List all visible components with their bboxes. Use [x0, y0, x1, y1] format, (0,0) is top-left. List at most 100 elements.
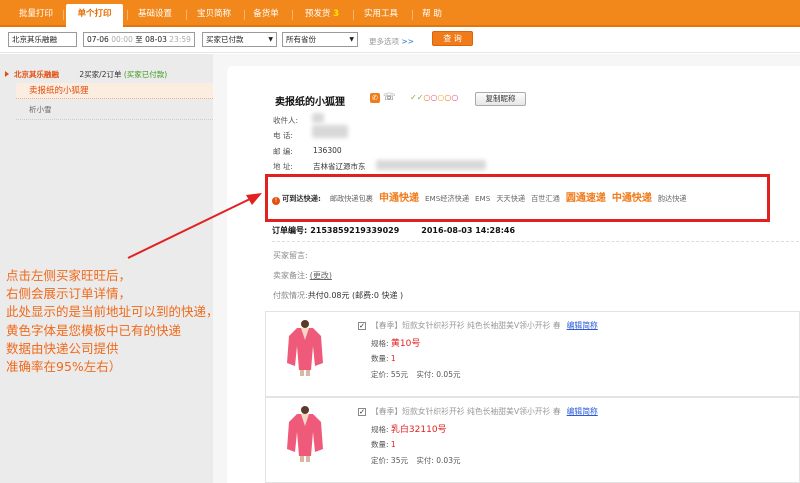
sidebar-item-buyer-selected[interactable]: 卖报纸的小狐狸 — [16, 83, 213, 99]
tab-batch-print[interactable]: 批量打印 — [12, 6, 60, 27]
express-item[interactable]: 韵达快递 — [658, 194, 687, 203]
spec-label: 规格: — [371, 339, 389, 348]
paid-label: 实付: — [416, 456, 434, 465]
spec-label: 规格: — [371, 425, 389, 434]
product-qty: 数量: 1 — [371, 353, 396, 364]
nav-divider — [127, 10, 128, 20]
nav-divider — [186, 10, 187, 20]
product-image[interactable] — [275, 404, 335, 464]
shop-group-row[interactable]: 北京其乐融融 2买家/2订单 (买家已付款) — [14, 69, 167, 80]
product-qty: 数量: 1 — [371, 439, 396, 450]
annotation-line: 数据由快递公司提供 — [6, 340, 119, 356]
address-blurred — [376, 160, 486, 170]
annotation-line: 右侧会展示订单详情， — [6, 286, 132, 302]
change-note-link[interactable]: (更改) — [310, 271, 332, 280]
product-title-row: 【春季】短款女针织衫开衫 纯色长袖甜美V领小开衫 春编辑简称 — [371, 406, 598, 417]
receiver-label: 收件人: — [273, 116, 299, 125]
more-options-link[interactable]: 更多选项 >> — [369, 36, 414, 47]
phone-blurred — [312, 125, 348, 138]
province-value: 所有省份 — [286, 35, 316, 44]
annotation-line: 准确率在95%左右） — [6, 359, 122, 375]
tab-item-alias[interactable]: 宝贝简称 — [190, 6, 238, 27]
address-label: 地 址: — [273, 162, 293, 171]
express-item[interactable]: 百世汇通 — [531, 194, 560, 203]
tab-pre-ship-label: 预发货 — [304, 9, 331, 19]
shop-group-count: 2买家/2订单 — [79, 70, 122, 79]
tab-help[interactable]: 帮 助 — [416, 6, 448, 27]
wangwang-chat-icon[interactable]: ✆ — [370, 93, 380, 103]
edit-alias-link[interactable]: 编辑简称 — [567, 407, 598, 416]
payment-value: 共付0.08元 (邮费:0 快递 ) — [307, 291, 404, 300]
express-item-highlighted[interactable]: 中通快递 — [612, 193, 652, 204]
tab-pre-ship[interactable]: 预发货 3 — [296, 6, 348, 27]
annotation-line: 点击左侧买家旺旺后， — [6, 268, 132, 283]
product-checkbox[interactable]: ✓ — [358, 408, 366, 416]
date-from: 07-06 — [87, 35, 109, 44]
credit-dot-icon: ○ — [451, 93, 459, 102]
status-select[interactable]: 买家已付款 ▼ — [202, 32, 277, 47]
credit-check-icon: ✓✓ — [410, 93, 424, 102]
date-range-input[interactable]: 07-06 00:00 至 08-03 23:59 — [83, 32, 195, 47]
tab-single-print[interactable]: 单个打印 — [66, 4, 123, 27]
express-item[interactable]: 天天快递 — [496, 194, 525, 203]
seller-note-row: 卖家备注: (更改) — [273, 270, 332, 281]
payment-row: 付款情况:共付0.08元 (邮费:0 快递 ) — [273, 290, 403, 301]
time-to: 23:59 — [169, 35, 191, 44]
price-label: 定价: — [371, 370, 389, 379]
express-item[interactable]: 邮政快递包裹 — [330, 194, 373, 203]
order-time: 2016-08-03 14:28:46 — [421, 226, 516, 235]
qty-value: 1 — [390, 354, 396, 363]
sidebar-item-buyer[interactable]: 析小雪 — [29, 104, 52, 115]
top-nav: 批量打印 单个打印 基础设置 宝贝简称 备货单 预发货 3 实用工具 帮 助 — [0, 0, 800, 27]
express-label: 可到达快递: — [282, 194, 321, 203]
query-button[interactable]: 查 询 — [432, 31, 473, 46]
tab-basic-settings[interactable]: 基础设置 — [131, 6, 179, 27]
buyer-credit-rating: ✓✓○○○○○ — [410, 93, 458, 103]
product-checkbox[interactable]: ✓ — [358, 322, 366, 330]
qty-label: 数量: — [371, 440, 389, 449]
paid-value: 0.03元 — [436, 456, 461, 465]
shop-select[interactable]: 北京其乐融融 — [8, 32, 77, 47]
order-number-line: 订单编号: 2153859219339029 2016-08-03 14:28:46 — [272, 225, 515, 236]
tab-tools[interactable]: 实用工具 — [357, 6, 405, 27]
more-options-arrow: >> — [401, 37, 414, 46]
product-spec: 规格: 乳白32110号 — [371, 422, 447, 435]
paid-label: 实付: — [416, 370, 434, 379]
phone-label: 电 话: — [273, 131, 293, 140]
payment-label: 付款情况: — [273, 291, 308, 300]
reachable-express-list: ! 可到达快递: 邮政快递包裹 申通快递 EMS经济快递 EMS 天天快递 百世汇通 圆通速递中… — [272, 194, 693, 205]
express-item-highlighted[interactable]: 圆通速递 — [566, 193, 606, 204]
pre-ship-count-badge: 3 — [333, 9, 340, 19]
nav-divider — [63, 10, 64, 20]
expand-triangle-icon[interactable] — [5, 71, 9, 77]
express-item-highlighted[interactable]: 申通快递 — [379, 193, 419, 204]
express-item[interactable]: EMS经济快递 — [425, 194, 469, 203]
price-value: 35元 — [390, 456, 408, 465]
nav-divider — [353, 10, 354, 20]
dropdown-arrow-icon: ▼ — [349, 36, 354, 43]
product-spec: 规格: 黄10号 — [371, 336, 420, 349]
price-value: 55元 — [390, 370, 408, 379]
price-label: 定价: — [371, 456, 389, 465]
shop-group-name: 北京其乐融融 — [14, 70, 59, 79]
product-price: 定价: 35元 实付: 0.03元 — [371, 455, 460, 466]
nav-divider — [244, 10, 245, 20]
product-price: 定价: 55元 实付: 0.05元 — [371, 369, 460, 380]
copy-nickname-button[interactable]: 复制昵称 — [475, 92, 526, 106]
product-title: 【春季】短款女针织衫开衫 纯色长袖甜美V领小开衫 春 — [371, 321, 561, 330]
time-from: 00:00 — [111, 35, 133, 44]
spec-value: 黄10号 — [390, 339, 421, 349]
paid-value: 0.05元 — [436, 370, 461, 379]
tab-stock-list[interactable]: 备货单 — [247, 6, 285, 27]
province-select[interactable]: 所有省份 ▼ — [282, 32, 358, 47]
edit-alias-link[interactable]: 编辑简称 — [567, 321, 598, 330]
zip-value: 136300 — [313, 146, 342, 155]
nav-divider — [412, 10, 413, 20]
buyer-message-label: 买家留言: — [273, 251, 308, 260]
phone-icon[interactable]: ☏ — [383, 92, 396, 103]
product-image[interactable] — [275, 318, 335, 378]
qty-label: 数量: — [371, 354, 389, 363]
order-label: 订单编号: — [272, 226, 308, 235]
more-options-label: 更多选项 — [369, 37, 399, 46]
express-item[interactable]: EMS — [475, 194, 490, 203]
